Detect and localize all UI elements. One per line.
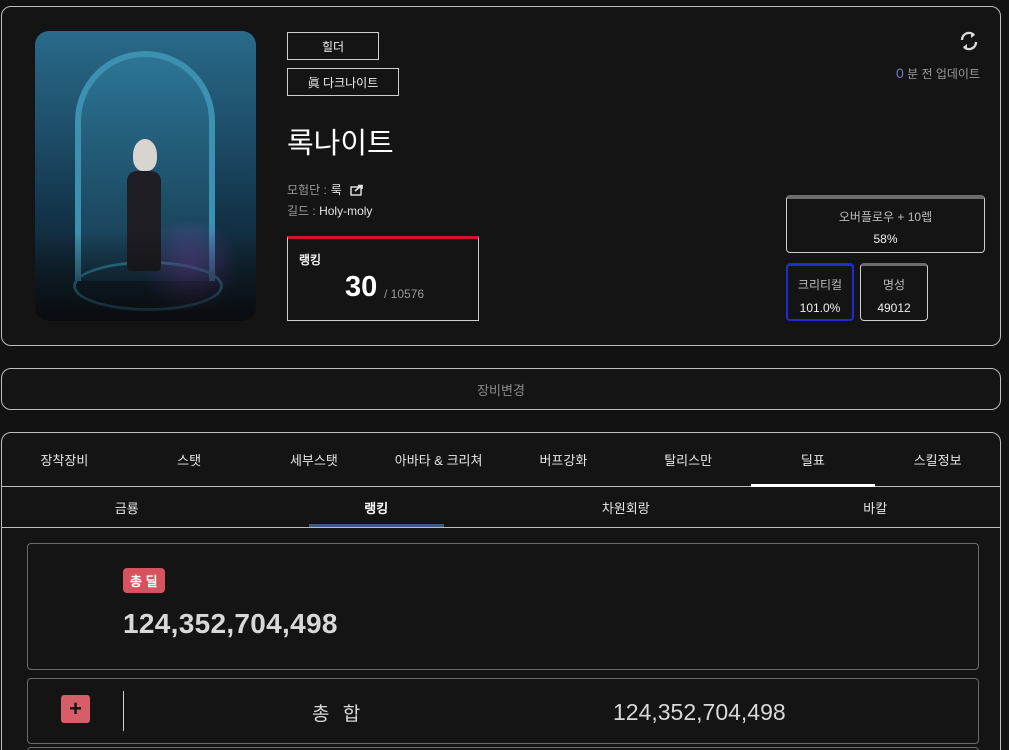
ranking-box: 랭킹 30 / 10576 bbox=[287, 236, 479, 321]
tab-avatar-creature[interactable]: 아바타 & 크리쳐 bbox=[376, 433, 501, 486]
tab-equipment[interactable]: 장착장비 bbox=[2, 433, 127, 486]
sub-tab-bar: 금룡 랭킹 차원회랑 바칼 bbox=[2, 487, 1000, 528]
subtab-gold-dragon[interactable]: 금룡 bbox=[2, 487, 252, 527]
guild-value: Holy-moly bbox=[319, 204, 373, 218]
character-head bbox=[133, 139, 157, 171]
update-text: 분 전 업데이트 bbox=[903, 67, 980, 81]
adventure-group: 모험단 : 룩 bbox=[287, 181, 364, 198]
critical-stat-box: 크리티컬 101.0% bbox=[786, 263, 854, 321]
tab-damage-chart[interactable]: 딜표 bbox=[750, 433, 876, 487]
critical-title: 크리티컬 bbox=[797, 278, 843, 292]
total-damage-badge: 총 딜 bbox=[123, 568, 165, 593]
plus-icon: + bbox=[69, 696, 82, 721]
tab-skill-info[interactable]: 스킬정보 bbox=[875, 433, 1000, 486]
tab-detail-stats[interactable]: 세부스탯 bbox=[252, 433, 377, 486]
guild-label: 길드 : bbox=[287, 204, 320, 218]
sum-value: 124,352,704,498 bbox=[613, 699, 786, 725]
adventure-value[interactable]: 룩 bbox=[331, 181, 342, 198]
ranking-total: / 10576 bbox=[384, 287, 425, 301]
critical-value: 101.0% bbox=[799, 301, 841, 315]
refresh-icon[interactable] bbox=[957, 29, 981, 53]
subtab-dimension-corridor[interactable]: 차원회랑 bbox=[501, 487, 751, 527]
character-profile-card: 힐더 眞 다크나이트 록나이트 모험단 : 룩 길드 : Holy-moly 랭… bbox=[1, 6, 1001, 346]
sum-label: 총 합 bbox=[312, 704, 365, 725]
server-badge: 힐더 bbox=[287, 32, 379, 60]
fame-value: 49012 bbox=[877, 301, 911, 315]
overflow-title: 오버플로우 + 10렙 bbox=[838, 210, 933, 224]
fame-title: 명성 bbox=[882, 278, 906, 292]
subtab-bakal[interactable]: 바칼 bbox=[751, 487, 1001, 527]
tab-stats[interactable]: 스탯 bbox=[127, 433, 252, 486]
ranking-value: 30 bbox=[345, 271, 378, 303]
guild-line: 길드 : Holy-moly bbox=[287, 202, 372, 219]
adventure-label: 모험단 : bbox=[287, 183, 327, 197]
tab-buff-enhance[interactable]: 버프강화 bbox=[501, 433, 626, 486]
character-name: 록나이트 bbox=[287, 128, 394, 160]
class-badge: 眞 다크나이트 bbox=[287, 68, 399, 96]
update-count: 0 bbox=[895, 65, 904, 81]
detail-panel: 장착장비 스탯 세부스탯 아바타 & 크리쳐 버프강화 탈리스만 딜표 스킬정보… bbox=[1, 432, 1001, 750]
total-damage-box: 총 딜 124,352,704,498 bbox=[27, 543, 979, 670]
share-icon[interactable] bbox=[350, 184, 364, 196]
character-image bbox=[35, 31, 256, 321]
change-equipment-button[interactable]: 장비변경 bbox=[1, 368, 1001, 410]
update-status: 0 분 전 업데이트 bbox=[896, 65, 980, 82]
main-tab-bar: 장착장비 스탯 세부스탯 아바타 & 크리쳐 버프강화 탈리스만 딜표 스킬정보 bbox=[2, 433, 1000, 487]
overflow-stat-box: 오버플로우 + 10렙 58% bbox=[786, 195, 985, 253]
fame-stat-box: 명성 49012 bbox=[860, 263, 928, 321]
subtab-ranking[interactable]: 랭킹 bbox=[252, 487, 502, 527]
sum-divider bbox=[123, 691, 124, 731]
ranking-label: 랭킹 bbox=[299, 253, 322, 267]
expand-plus-button[interactable]: + bbox=[61, 695, 90, 723]
sum-row: + 총 합 124,352,704,498 bbox=[27, 678, 979, 744]
tab-talisman[interactable]: 탈리스만 bbox=[626, 433, 751, 486]
overflow-value: 58% bbox=[873, 232, 898, 246]
total-damage-value: 124,352,704,498 bbox=[123, 608, 338, 639]
